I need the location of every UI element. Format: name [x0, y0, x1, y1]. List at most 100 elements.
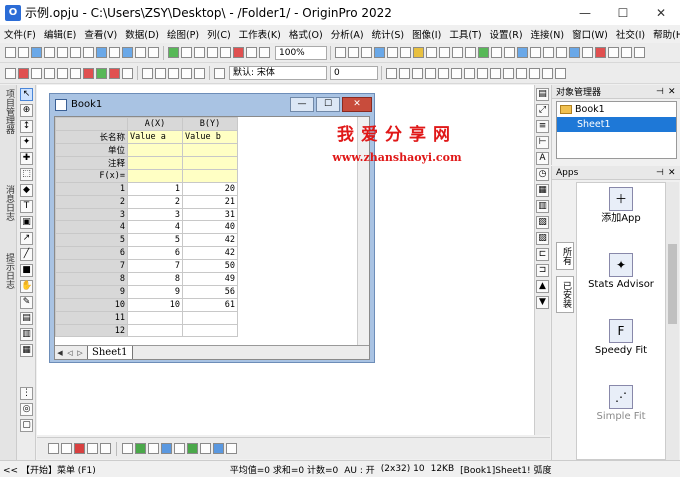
book-maximize-button[interactable]: ☐ — [316, 97, 340, 112]
command-window-icon[interactable] — [361, 47, 372, 58]
send-graphs-icon[interactable] — [530, 47, 541, 58]
row-header[interactable]: 12 — [55, 323, 128, 338]
cell-b[interactable]: 56 — [182, 284, 238, 299]
import-wizard-icon[interactable] — [181, 47, 192, 58]
pin-icon[interactable]: ⊣ — [656, 168, 668, 178]
meta-cell-b-comments[interactable] — [182, 155, 238, 170]
tab-project-explorer[interactable]: 项目管理器 — [1, 89, 16, 134]
cell-a[interactable]: 4 — [127, 220, 183, 235]
next-sheet-icon[interactable]: ▷ — [75, 348, 85, 359]
app-item-stats-advisor[interactable]: ✦ Stats Advisor — [577, 253, 665, 315]
book-titlebar[interactable]: Book1 — ☐ ✕ — [50, 94, 374, 115]
italic-icon[interactable] — [399, 67, 410, 79]
undo-icon[interactable] — [181, 67, 192, 79]
image-tool-icon[interactable]: ▣ — [20, 216, 33, 229]
open-icon[interactable] — [109, 47, 120, 58]
menu-window[interactable]: 窗口(W) — [568, 27, 612, 41]
refresh-icon[interactable] — [233, 47, 244, 58]
save-template-icon[interactable] — [135, 47, 146, 58]
rectangle-tool-icon[interactable]: ■ — [20, 264, 33, 277]
data-reader-icon[interactable]: ✦ — [20, 136, 33, 149]
scatter-plot-icon[interactable] — [61, 443, 72, 454]
row-header[interactable]: 5 — [55, 233, 128, 248]
row-header[interactable]: 2 — [55, 194, 128, 209]
column-header-b[interactable]: B(Y) — [182, 117, 238, 131]
tree-item-sheet[interactable]: Sheet1 — [557, 117, 676, 132]
find-icon[interactable] — [335, 47, 346, 58]
cell-b[interactable]: 61 — [182, 297, 238, 312]
tab-smart-hint-log[interactable]: 提示日志 — [1, 253, 16, 289]
increase-font-icon[interactable] — [464, 67, 475, 79]
contour-plot-icon[interactable] — [148, 443, 159, 454]
cell-b[interactable] — [182, 323, 238, 338]
brush-icon[interactable]: ◆ — [20, 184, 33, 197]
row-header[interactable]: 10 — [55, 297, 128, 312]
app-item-simple-fit[interactable]: ⋰ Simple Fit — [577, 385, 665, 447]
mask-icon[interactable] — [109, 67, 120, 79]
cell-b[interactable]: 21 — [182, 194, 238, 209]
book-close-button[interactable]: ✕ — [342, 97, 372, 112]
row-header[interactable]: 6 — [55, 246, 128, 261]
line-tool-icon[interactable]: ╱ — [20, 248, 33, 261]
align-icon[interactable] — [555, 67, 566, 79]
meta-cell-a-long-name[interactable]: Value a — [127, 129, 183, 144]
align-right-icon[interactable]: ⊐ — [536, 264, 549, 277]
table-icon[interactable] — [608, 47, 619, 58]
cell-a[interactable]: 7 — [127, 259, 183, 274]
meta-cell-a-units[interactable] — [127, 142, 183, 157]
cell-a[interactable]: 5 — [127, 233, 183, 248]
font-size-combo[interactable]: 0 — [330, 66, 378, 80]
bold-icon[interactable] — [386, 67, 397, 79]
menu-column[interactable]: 列(C) — [203, 27, 235, 41]
meta-cell-b-long-name[interactable]: Value b — [182, 129, 238, 144]
3d-plot-icon[interactable] — [135, 443, 146, 454]
more-tools-icon[interactable]: ⋮ — [20, 387, 33, 400]
pdf-icon[interactable] — [517, 47, 528, 58]
panel-close-icon[interactable]: ✕ — [668, 87, 680, 97]
ternary-plot-icon[interactable] — [187, 443, 198, 454]
menu-analysis[interactable]: 分析(A) — [327, 27, 368, 41]
app-item-add[interactable]: ＋ 添加App — [577, 187, 665, 249]
row-header[interactable]: 3 — [55, 207, 128, 222]
menu-plot[interactable]: 绘图(P) — [163, 27, 203, 41]
decrease-font-icon[interactable] — [477, 67, 488, 79]
meta-label-formula[interactable]: F(x)= — [55, 168, 128, 183]
menu-view[interactable]: 查看(V) — [80, 27, 121, 41]
minimize-button[interactable]: — — [566, 6, 604, 20]
column-plot-icon[interactable] — [74, 443, 85, 454]
add-column-icon[interactable] — [5, 67, 16, 79]
duplicate-icon[interactable] — [246, 47, 257, 58]
legend-icon[interactable]: ≡ — [536, 120, 549, 133]
paste-icon[interactable] — [168, 67, 179, 79]
cell-a[interactable]: 1 — [127, 181, 183, 196]
menu-connect[interactable]: 连接(N) — [527, 27, 569, 41]
axis-icon[interactable]: ⊢ — [536, 136, 549, 149]
new-workbook-icon[interactable] — [31, 47, 42, 58]
meta-label-units[interactable]: 单位 — [55, 142, 128, 157]
hand-tool-icon[interactable]: ✋ — [20, 280, 33, 293]
copy-icon[interactable] — [155, 67, 166, 79]
arrow-tool-icon[interactable]: ↗ — [20, 232, 33, 245]
cell-b[interactable]: 49 — [182, 272, 238, 286]
statistics-icon[interactable] — [96, 67, 107, 79]
underline-icon[interactable] — [412, 67, 423, 79]
color-tool-icon[interactable]: ▥ — [20, 328, 33, 341]
tab-installed-apps[interactable]: 已安装 — [556, 276, 574, 313]
bar-plot-icon[interactable] — [87, 443, 98, 454]
meta-label-comments[interactable]: 注释 — [55, 155, 128, 170]
script-window-icon[interactable] — [348, 47, 359, 58]
screen-reader-icon[interactable]: ✚ — [20, 152, 33, 165]
fill-color-icon[interactable] — [516, 67, 527, 79]
prev-sheet-icon[interactable]: ◁ — [65, 348, 75, 359]
zoom-combo[interactable]: 100% — [275, 45, 327, 60]
import-excel-icon[interactable] — [194, 47, 205, 58]
superscript-icon[interactable] — [425, 67, 436, 79]
align-left-icon[interactable]: ⊏ — [536, 248, 549, 261]
timestamp-icon[interactable]: ◷ — [536, 168, 549, 181]
menu-data[interactable]: 数据(D) — [121, 27, 163, 41]
row-header[interactable]: 11 — [55, 310, 128, 325]
project-explorer-icon[interactable] — [400, 47, 411, 58]
menu-edit[interactable]: 编辑(E) — [40, 27, 80, 41]
cell-a[interactable]: 6 — [127, 246, 183, 261]
front-icon[interactable]: ▲ — [536, 280, 549, 293]
